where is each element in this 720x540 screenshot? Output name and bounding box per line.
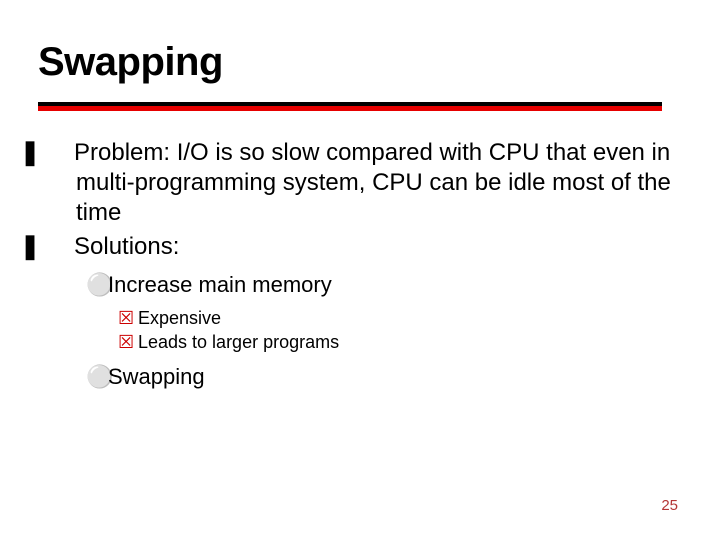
bullet-increase-memory: ⚪Increase main memory (86, 270, 676, 300)
crossbox-bullet-icon: ☒ (118, 306, 136, 330)
slide-title: Swapping (38, 40, 223, 85)
circle-bullet-icon: ⚪ (86, 270, 106, 300)
sub-list: ⚪Increase main memory ☒Expensive ☒Leads … (86, 270, 676, 392)
square-bullet-icon: ❚ (48, 232, 70, 262)
slide: Swapping ❚Problem: I/O is so slow compar… (0, 0, 720, 540)
bullet-solutions: ❚Solutions: (48, 232, 676, 262)
bullet-larger-programs: ☒Leads to larger programs (118, 330, 676, 354)
bullet-problem: ❚Problem: I/O is so slow compared with C… (48, 138, 676, 228)
bullet-text: Swapping (108, 364, 205, 389)
sub-sub-list: ☒Expensive ☒Leads to larger programs (118, 306, 676, 355)
bullet-swapping: ⚪Swapping (86, 362, 676, 392)
page-number: 25 (661, 497, 678, 514)
bullet-text: Expensive (138, 308, 221, 328)
bullet-text: Problem: I/O is so slow compared with CP… (74, 139, 671, 226)
bullet-text: Leads to larger programs (138, 332, 339, 352)
bullet-text: Solutions: (74, 233, 179, 260)
bullet-expensive: ☒Expensive (118, 306, 676, 330)
bullet-text: Increase main memory (108, 272, 332, 297)
slide-body: ❚Problem: I/O is so slow compared with C… (48, 138, 676, 392)
crossbox-bullet-icon: ☒ (118, 330, 136, 354)
square-bullet-icon: ❚ (48, 138, 70, 168)
divider-red (38, 106, 662, 111)
circle-bullet-icon: ⚪ (86, 362, 106, 392)
